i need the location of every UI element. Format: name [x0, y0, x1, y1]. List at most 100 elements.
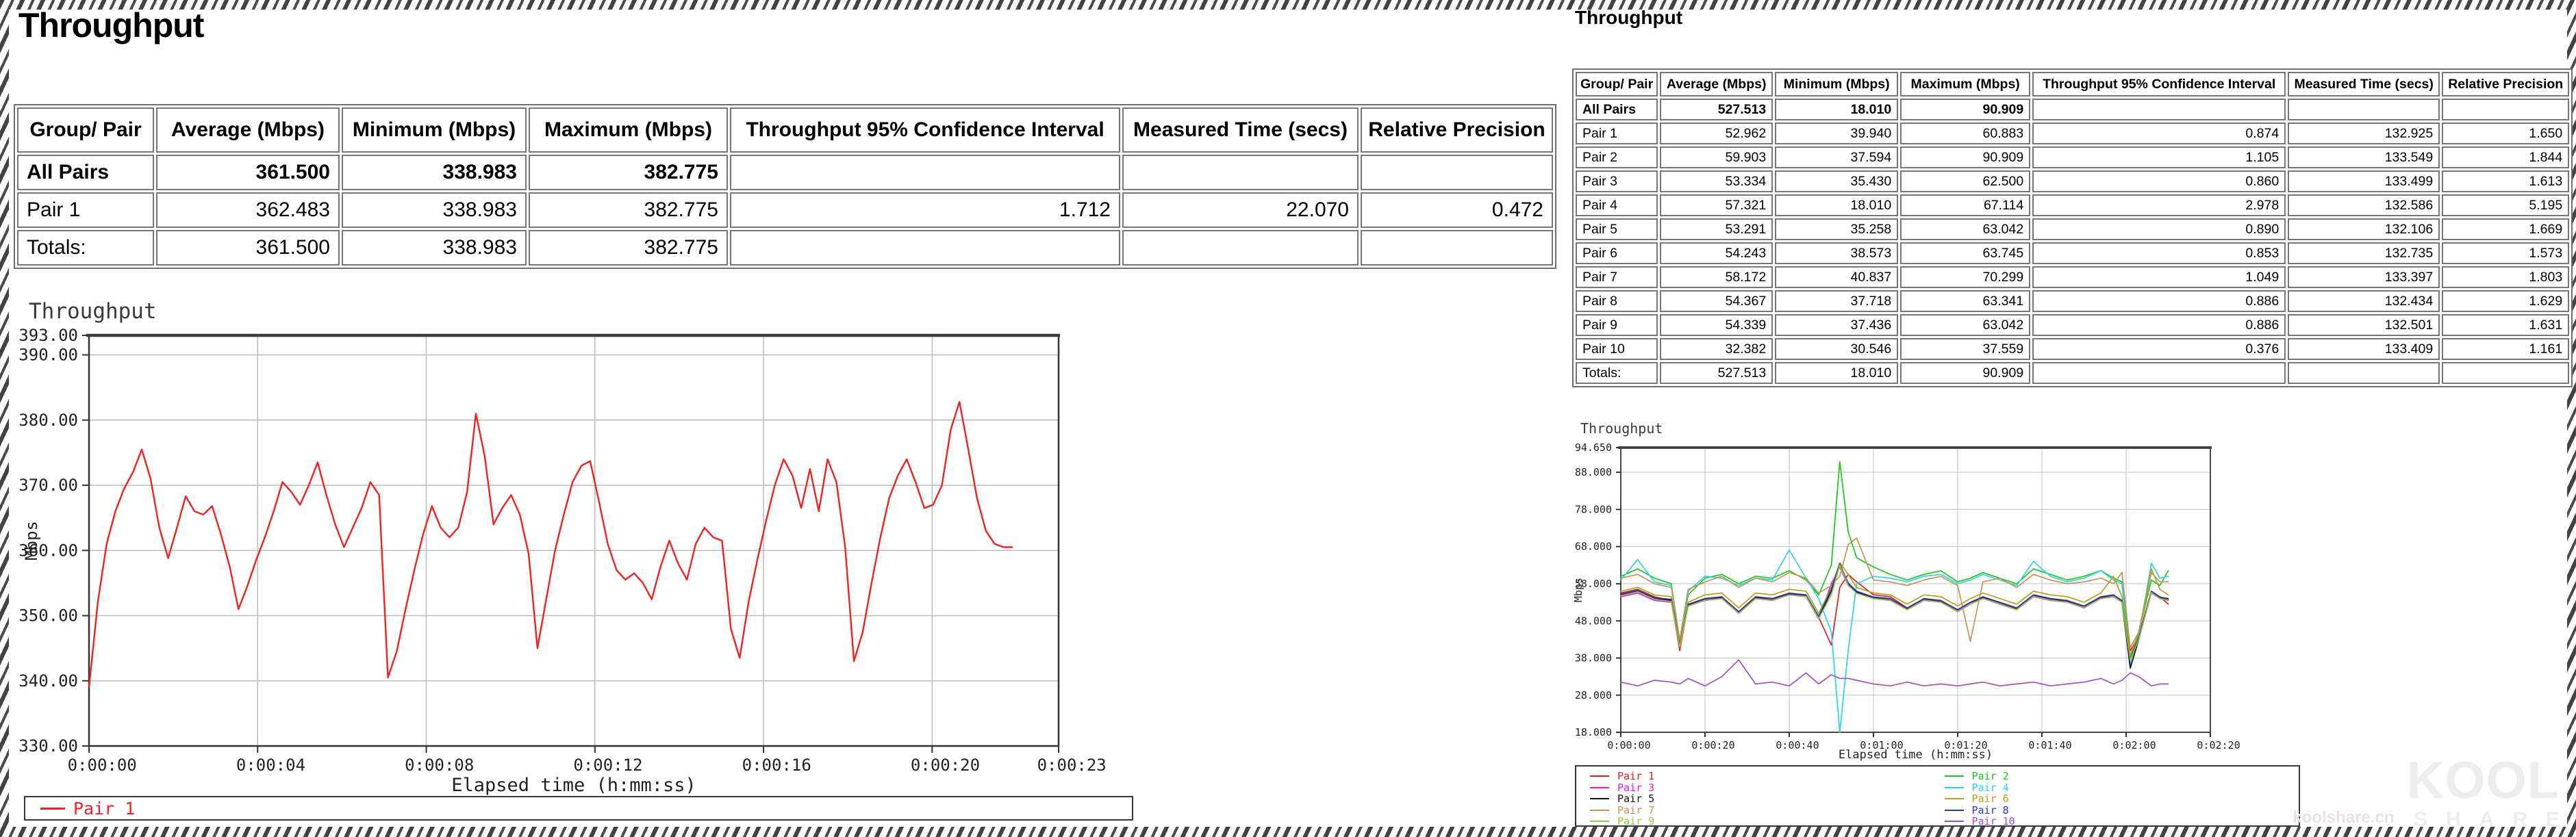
value-cell: [730, 230, 1120, 266]
row-label-cell: Pair 5: [1576, 218, 1658, 240]
value-cell: 132.586: [2288, 194, 2440, 216]
value-cell: 0.874: [2032, 123, 2286, 144]
y-tick-label: 390.00: [18, 346, 78, 365]
x-tick-label: 0:00:23: [1037, 756, 1107, 775]
value-cell: 382.775: [529, 155, 728, 190]
legend-label: Pair 8: [1972, 805, 2009, 816]
y-tick-label: 340.00: [18, 671, 78, 691]
value-cell: 0.860: [2032, 170, 2286, 192]
value-cell: 338.983: [342, 230, 527, 266]
table-row: Totals:361.500338.983382.775: [17, 230, 1553, 266]
table-row: All Pairs361.500338.983382.775: [17, 155, 1553, 190]
value-cell: 133.549: [2288, 146, 2440, 168]
legend-entry: Pair 4: [1945, 782, 2299, 794]
x-tick-label: 0:00:20: [1691, 739, 1734, 751]
value-cell: 37.718: [1775, 290, 1898, 312]
table-row: All Pairs527.51318.01090.909: [1576, 99, 2569, 120]
value-cell: 38.573: [1775, 242, 1898, 264]
value-cell: [2288, 99, 2440, 120]
x-tick-label: 0:00:08: [405, 756, 474, 775]
value-cell: 35.430: [1775, 170, 1898, 192]
row-label-cell: All Pairs: [17, 155, 154, 190]
summary-table-left: Group/ PairAverage (Mbps)Minimum (Mbps)M…: [14, 104, 1556, 269]
value-cell: [730, 155, 1120, 190]
value-cell: 0.890: [2032, 218, 2286, 240]
y-tick-label: 94.650: [1575, 441, 1612, 454]
value-cell: 0.376: [2032, 338, 2286, 360]
value-cell: 40.837: [1775, 266, 1898, 288]
value-cell: [1122, 230, 1359, 266]
value-cell: 37.559: [1900, 338, 2030, 360]
column-header: Measured Time (secs): [1122, 107, 1359, 153]
legend-label: Pair 2: [1972, 771, 2009, 782]
legend-line-swatch: [40, 808, 65, 810]
row-label-cell: Pair 4: [1576, 194, 1658, 216]
legend-entry: Pair 8: [1945, 805, 2299, 816]
column-header: Average (Mbps): [1660, 72, 1773, 96]
y-tick-label: 18.000: [1575, 726, 1612, 738]
legend-label: Pair 4: [1972, 782, 2009, 794]
value-cell: 382.775: [529, 192, 728, 228]
value-cell: 0.472: [1361, 192, 1553, 228]
table-row: Pair 553.29135.25863.0420.890132.1061.66…: [1576, 218, 2569, 240]
value-cell: 1.573: [2442, 242, 2569, 264]
throughput-chart-right: 94.65088.00078.00068.00058.00048.00038.0…: [1568, 411, 2277, 765]
column-header: Maximum (Mbps): [529, 107, 728, 153]
series-line-pair-4: [1621, 550, 2169, 733]
value-cell: 1.049: [2032, 266, 2286, 288]
row-label-cell: Pair 1: [17, 192, 154, 228]
value-cell: 90.909: [1900, 146, 2030, 168]
value-cell: 133.409: [2288, 338, 2440, 360]
row-label-cell: Totals:: [17, 230, 154, 266]
value-cell: 132.106: [2288, 218, 2440, 240]
y-tick-label: 88.000: [1575, 466, 1612, 478]
x-axis-label: Elapsed time (h:mm:ss): [1839, 748, 1993, 762]
value-cell: 22.070: [1122, 192, 1359, 228]
value-cell: 338.983: [342, 192, 527, 228]
table-row: Pair 152.96239.94060.8830.874132.9251.65…: [1576, 123, 2569, 144]
x-tick-label: 0:00:16: [742, 756, 811, 775]
value-cell: [1361, 155, 1553, 190]
chart-legend-left: Pair 1: [24, 796, 1133, 821]
legend-entry: Pair 7: [1590, 805, 1945, 816]
y-tick-label: 330.00: [18, 736, 78, 756]
value-cell: [2288, 362, 2440, 384]
legend-line-swatch: [1590, 810, 1609, 811]
row-label-cell: Pair 6: [1576, 242, 1658, 264]
value-cell: [1361, 230, 1553, 266]
table-row: Pair 1032.38230.54637.5590.376133.4091.1…: [1576, 338, 2569, 360]
row-label-cell: Pair 8: [1576, 290, 1658, 312]
value-cell: 18.010: [1775, 99, 1898, 120]
page-title-right: Throughput: [1575, 7, 1682, 29]
legend-line-swatch: [1590, 798, 1609, 799]
legend-line-swatch: [1590, 821, 1609, 822]
koolshare-watermark: koolshare.cn KOOL SHARE: [2293, 755, 2560, 830]
series-line-pair-6: [1621, 563, 2169, 656]
legend-label: Pair 3: [1617, 782, 1654, 794]
value-cell: [1122, 155, 1359, 190]
value-cell: 90.909: [1900, 99, 2030, 120]
value-cell: 1.613: [2442, 170, 2569, 192]
value-cell: 362.483: [156, 192, 340, 228]
column-header: Group/ Pair: [1576, 72, 1658, 96]
legend-entry: Pair 9: [1590, 816, 1945, 827]
legend-line-swatch: [1945, 798, 1964, 799]
value-cell: 52.962: [1660, 123, 1773, 144]
value-cell: 37.436: [1775, 314, 1898, 336]
column-header: Average (Mbps): [156, 107, 340, 153]
table-header-row: Group/ PairAverage (Mbps)Minimum (Mbps)M…: [1576, 72, 2569, 96]
legend-line-swatch: [1590, 775, 1609, 777]
series-line-pair-3: [1621, 567, 2169, 668]
x-tick-label: 0:00:04: [236, 756, 305, 775]
y-tick-label: 393.00: [18, 326, 78, 345]
value-cell: 58.172: [1660, 266, 1773, 288]
column-header: Throughput 95% Confidence Interval: [2032, 72, 2286, 96]
y-tick-label: 380.00: [18, 411, 78, 430]
legend-line-swatch: [1945, 775, 1964, 777]
value-cell: 0.853: [2032, 242, 2286, 264]
y-tick-label: 350.00: [18, 606, 78, 626]
y-axis-label: Mbps: [1572, 578, 1584, 602]
legend-line-swatch: [1945, 787, 1964, 788]
value-cell: 361.500: [156, 230, 340, 266]
x-tick-label: 0:00:00: [1607, 739, 1650, 751]
